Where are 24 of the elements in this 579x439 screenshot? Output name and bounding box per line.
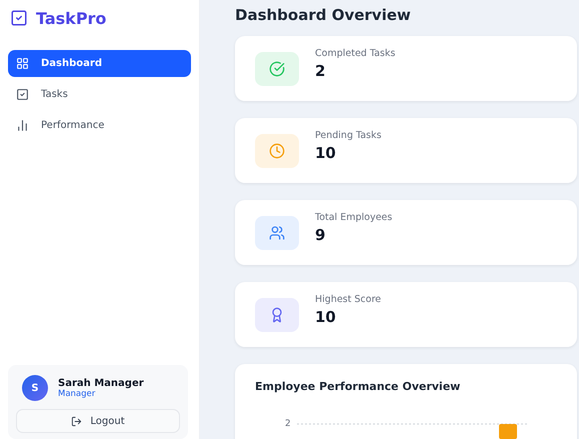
stat-label: Highest Score (315, 294, 381, 304)
bar-chart-icon (16, 119, 29, 132)
avatar: S (22, 375, 48, 401)
stat-label: Completed Tasks (315, 48, 396, 58)
stat-value: 10 (315, 144, 337, 162)
logout-button[interactable]: Logout (16, 409, 180, 433)
logout-icon (71, 416, 82, 426)
checkbox-icon (10, 9, 28, 27)
nav-item[interactable]: Performance (8, 112, 191, 139)
brand-name: TaskPro (36, 8, 106, 28)
axis-tick: 2 (285, 419, 291, 429)
stat-label: Pending Tasks (315, 130, 382, 140)
stat-label: Total Employees (315, 212, 392, 222)
page-title: Dashboard Overview (235, 6, 412, 24)
nav-item[interactable]: Tasks (8, 81, 191, 108)
stat-value: 2 (315, 62, 326, 80)
chart-title: Employee Performance Overview (255, 380, 462, 393)
user-name: Sarah Manager (58, 378, 144, 388)
stat-value: 9 (315, 226, 326, 244)
stat-value: 10 (315, 308, 337, 326)
grid-icon (16, 57, 29, 70)
user-role: Manager (58, 388, 96, 398)
nav-item[interactable]: Dashboard (8, 50, 191, 77)
checkbox-icon (16, 88, 29, 101)
